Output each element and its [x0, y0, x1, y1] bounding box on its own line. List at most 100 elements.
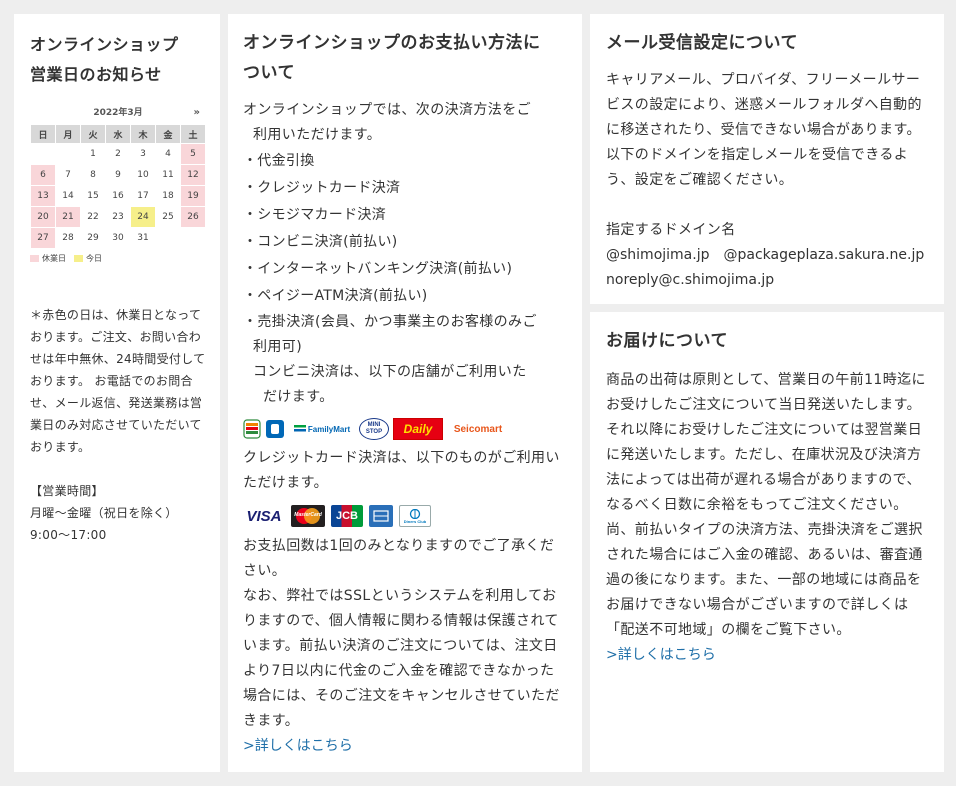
calendar-month: 2022年3月 — [93, 108, 143, 118]
calendar-day: 25 — [162, 212, 174, 222]
domains-line1: @shimojima.jp @packageplaza.sakura.ne.jp — [606, 247, 925, 263]
calendar-day: 9 — [115, 170, 121, 180]
ssl-note: なお、弊社ではSSLというシステムを利用しておりますので、個人情報に関わる情報は… — [243, 588, 560, 729]
calendar-day: 15 — [87, 191, 99, 201]
calendar-grid: 日月火水木金土 1 2 3 4 5 6 7 8 9 10 11 12 13 14 15 16 17 18 19 20 2… — [30, 124, 206, 249]
payment-title: オンラインショップのお支払い方法に ついて — [243, 28, 568, 88]
calendar-weekday: 土 — [181, 125, 205, 143]
calendar-day: 24 — [131, 207, 155, 227]
amex-logo — [369, 505, 393, 527]
mail-body: キャリアメール、プロバイダ、フリーメールサービスの設定により、迷惑メールフォルダ… — [606, 72, 922, 188]
calendar-weekday: 火 — [81, 125, 105, 143]
calendar-day: 12 — [181, 165, 205, 185]
payment-method-item: ・クレジットカード決済 — [243, 180, 401, 196]
payment-intro-line1: オンラインショップでは、次の決済方法をご — [243, 102, 531, 118]
calendar-day: 5 — [181, 144, 205, 164]
calendar-day: 7 — [65, 170, 71, 180]
calendar-weekday: 木 — [131, 125, 155, 143]
payment-more-link[interactable]: >詳しくはこちら — [243, 734, 568, 759]
hours-time: 9:00～17:00 — [30, 528, 107, 542]
delivery-body1: 商品の出荷は原則として、営業日の午前11時迄にお受けしたご注文について当日発送い… — [606, 372, 926, 513]
lawson-logo — [265, 419, 285, 439]
holiday-note: ＊赤色の日は、休業日となっております。ご注文、お問い合わせは年中無休、24時間受… — [30, 308, 206, 454]
calendar-day: 23 — [112, 212, 124, 222]
mail-title: メール受信設定について — [606, 33, 798, 53]
calendar-week: 27 28 29 30 31 — [31, 228, 205, 248]
calendar-header: 2022年3月 » — [30, 102, 206, 124]
payment-title-line1: オンラインショップのお支払い方法に — [243, 33, 541, 53]
seicomart-label: Seicomart — [453, 423, 503, 435]
payment-method-list: ・代金引換・クレジットカード決済 ・シモジマカード決済 ・コンビニ決済(前払い) ・イ… — [243, 148, 568, 310]
calendar-day: 2 — [115, 149, 121, 159]
domains-line2: noreply@c.shimojima.jp — [606, 272, 775, 288]
installment-note: お支払回数は1回のみとなりますのでご了承ください。 — [243, 538, 555, 579]
calendar-title: オンラインショップ 営業日のお知らせ — [30, 30, 206, 90]
seven-eleven-logo — [243, 419, 261, 439]
calendar-day: 27 — [31, 228, 55, 248]
calendar-day: 16 — [112, 191, 124, 201]
delivery-title: お届けについて — [606, 331, 728, 351]
mastercard-label: MasterCard — [294, 512, 322, 518]
payment-method-item: ・シモジマカード決済 — [243, 207, 386, 223]
calendar-day: 8 — [90, 170, 96, 180]
payment-intro-line2: 利用いただけます。 — [253, 127, 382, 143]
mastercard-logo: MasterCard — [291, 505, 325, 527]
page: オンラインショップ 営業日のお知らせ 2022年3月 » 日月火水木金土 123… — [0, 0, 956, 786]
delivery-card: お届けについて 商品の出荷は原則として、営業日の午前11時迄にお受けしたご注文に… — [590, 312, 944, 772]
calendar-weekday: 金 — [156, 125, 180, 143]
hours-days: 月曜～金曜（祝日を除く） — [30, 506, 178, 520]
legend-holiday-swatch — [30, 255, 39, 262]
calendar-day: 1 — [90, 149, 96, 159]
delivery-more-link[interactable]: >詳しくはこちら — [606, 643, 932, 668]
legend-today-label: 今日 — [86, 254, 102, 263]
payment-method-item: ・コンビニ決済(前払い) — [243, 234, 398, 250]
payment-method-item: ・ペイジーATM決済(前払い) — [243, 288, 428, 304]
calendar-day: 31 — [137, 233, 149, 243]
daily-label: Daily — [403, 422, 433, 436]
calendar-title-line2: 営業日のお知らせ — [30, 65, 162, 84]
calendar-week: 20 21 22 23 24 25 26 — [31, 207, 205, 227]
domain-heading: 指定するドメイン名 — [606, 222, 736, 238]
payment-intro: オンラインショップでは、次の決済方法をご 利用いただけます。 — [243, 98, 568, 148]
mail-settings-card: メール受信設定について キャリアメール、プロバイダ、フリーメールサービスの設定に… — [590, 14, 944, 304]
calendar-week: 13 14 15 16 17 18 19 — [31, 186, 205, 206]
calendar-weekday: 日 — [31, 125, 55, 143]
calendar-day: 14 — [62, 191, 74, 201]
diners-label: Diners Club — [403, 518, 427, 524]
visa-label: VISA — [246, 507, 282, 525]
calendar-week: 6 7 8 9 10 11 12 — [31, 165, 205, 185]
calendar-weekday: 月 — [56, 125, 80, 143]
calendar-day: 22 — [87, 212, 99, 222]
delivery-body2: 尚、前払いタイプの決済方法、売掛決済をご選択された場合にはご入金の確認、あるいは… — [606, 522, 923, 638]
calendar-day: 4 — [165, 149, 171, 159]
calendar-day: 6 — [31, 165, 55, 185]
calendar-day: 11 — [162, 170, 174, 180]
daily-yamazaki-logo: Daily — [393, 418, 443, 440]
ministop-logo: MINI STOP — [359, 418, 389, 440]
payment-method-item: ・代金引換 — [243, 153, 315, 169]
business-calendar-card: オンラインショップ 営業日のお知らせ 2022年3月 » 日月火水木金土 123… — [14, 14, 220, 772]
conv-line2: だけます。 — [263, 389, 334, 405]
payment-method-credit-account: ・売掛決済(会員、かつ事業主のお客様のみご 利用可) — [243, 310, 568, 360]
calendar-day: 18 — [162, 191, 174, 201]
calendar-day: 10 — [137, 170, 149, 180]
payment-method-item: ・インターネットバンキング決済(前払い) — [243, 261, 513, 277]
calendar: 2022年3月 » 日月火水木金土 1 2 3 4 5 6 7 8 9 10 11 12 13 14 15 1… — [30, 102, 206, 264]
familymart-label: FamilyMart — [307, 424, 351, 434]
diners-club-logo: Diners Club — [399, 505, 431, 527]
calendar-day: 21 — [56, 207, 80, 227]
legend-holiday: 休業日 — [30, 253, 66, 264]
calendar-legend: 休業日 今日 — [30, 253, 206, 264]
calendar-empty-cell — [181, 228, 205, 248]
calendar-day: 19 — [181, 186, 205, 206]
calendar-empty-cell — [56, 144, 80, 164]
seicomart-logo: Seicomart — [447, 419, 509, 439]
familymart-logo: FamilyMart — [289, 419, 355, 439]
jcb-label: JCB — [335, 510, 358, 522]
next-month-link[interactable]: » — [194, 102, 200, 124]
calendar-week: 1 2 3 45 — [31, 144, 205, 164]
calendar-day: 3 — [140, 149, 146, 159]
ministop-label: MINI STOP — [365, 422, 383, 435]
payment-title-line2: ついて — [243, 63, 295, 83]
calendar-day: 13 — [31, 186, 55, 206]
